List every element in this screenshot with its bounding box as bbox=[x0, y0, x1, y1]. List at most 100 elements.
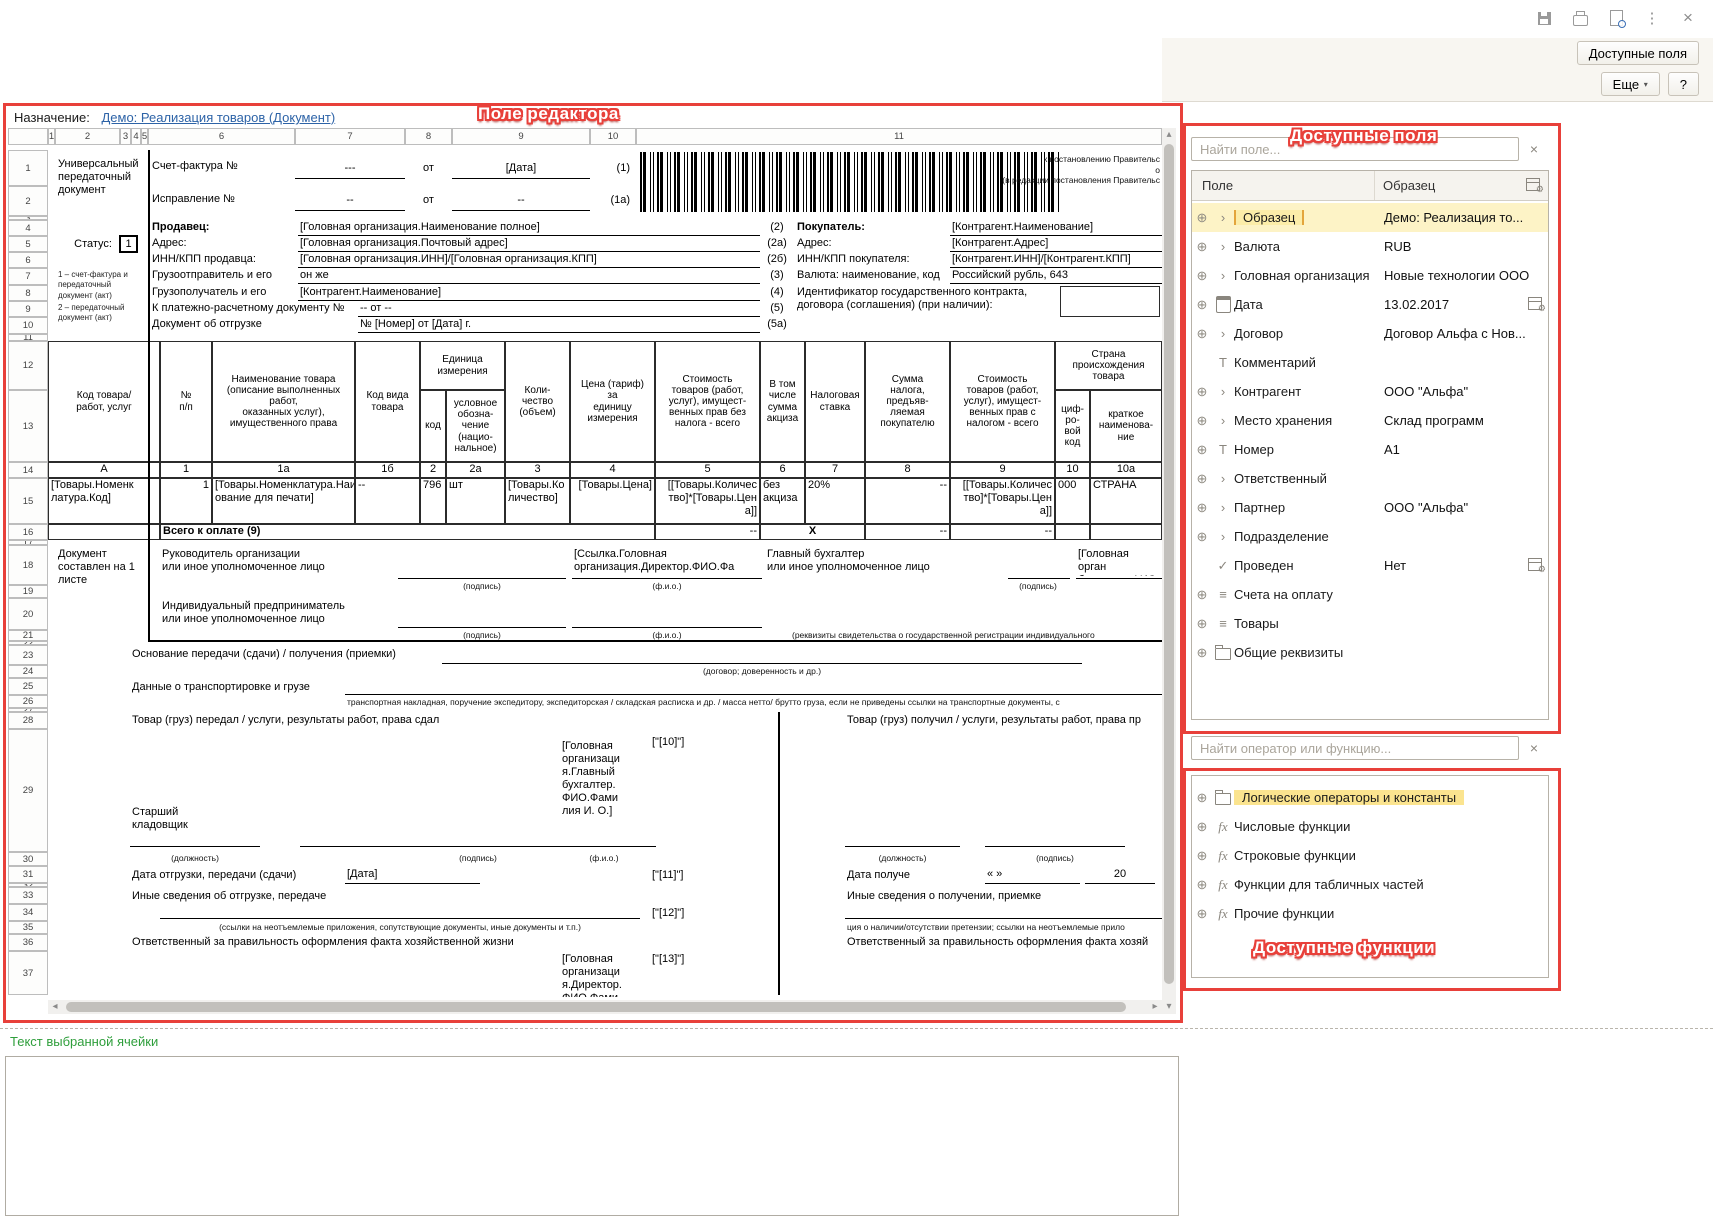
sheet-cell[interactable]: (5а) bbox=[762, 318, 792, 333]
column-header[interactable]: 2 bbox=[55, 128, 120, 145]
vscroll-thumb[interactable] bbox=[1164, 144, 1174, 984]
expand-plus-icon[interactable]: ⊕ bbox=[1192, 819, 1212, 835]
sheet-cell[interactable]: Товар (груз) получил / услуги, результат… bbox=[845, 714, 1162, 729]
row-header[interactable]: 19 bbox=[8, 585, 48, 598]
sheet-cell[interactable]: Документ об отгрузке bbox=[150, 318, 355, 333]
sheet-cell[interactable] bbox=[1055, 524, 1090, 540]
scroll-down-icon[interactable]: ▾ bbox=[1163, 1001, 1175, 1013]
sheet-cell[interactable]: Покупатель: bbox=[795, 221, 947, 236]
sheet-cell[interactable]: 1 bbox=[160, 478, 212, 524]
sheet-cell[interactable]: (договор; доверенность и др.) bbox=[442, 666, 1082, 677]
list-item[interactable]: ⊕›ОбразецДемо: Реализация то... bbox=[1192, 203, 1548, 232]
sheet-cell[interactable]: он же bbox=[298, 269, 760, 284]
row-header[interactable]: 28 bbox=[8, 712, 48, 729]
sheet-cell[interactable]: 7 bbox=[805, 462, 865, 478]
row-header[interactable]: 16 bbox=[8, 524, 48, 540]
hscroll-thumb[interactable] bbox=[66, 1002, 1126, 1012]
clear-search-icon[interactable]: × bbox=[1526, 740, 1542, 756]
list-item[interactable]: ⊕fxЧисловые функции bbox=[1192, 812, 1548, 841]
sheet-cell[interactable]: Страна происхождения товара bbox=[1055, 341, 1162, 390]
expand-plus-icon[interactable]: ⊕ bbox=[1192, 326, 1212, 342]
row-header[interactable]: 33 bbox=[8, 887, 48, 904]
sheet-cell[interactable]: 2 – передаточный документ (акт) bbox=[56, 303, 146, 329]
sheet-cell[interactable]: [Контрагент.Наименование] bbox=[298, 286, 760, 301]
sheet-cell[interactable]: ["[10]"] bbox=[650, 736, 710, 751]
sheet-cell[interactable]: [Товары.Ко личество] bbox=[505, 478, 570, 524]
row-header[interactable]: 35 bbox=[8, 921, 48, 934]
sheet-cell[interactable]: Стоимость товаров (работ, услуг), имущес… bbox=[655, 341, 760, 462]
sheet-cell[interactable]: (5) bbox=[762, 302, 792, 317]
row-header[interactable]: 14 bbox=[8, 462, 48, 478]
expand-plus-icon[interactable]: ⊕ bbox=[1192, 906, 1212, 922]
column-header[interactable]: 8 bbox=[405, 128, 452, 145]
sheet-cell[interactable]: 1б bbox=[355, 462, 420, 478]
expand-plus-icon[interactable]: ⊕ bbox=[1192, 442, 1212, 458]
sheet-cell[interactable]: А bbox=[48, 462, 160, 478]
sheet-cell[interactable]: Ответственный за правильность оформления… bbox=[130, 936, 650, 951]
sheet-cell[interactable]: 20% bbox=[805, 478, 865, 524]
sheet-cell[interactable]: ИНН/КПП продавца: bbox=[150, 253, 294, 268]
column-header[interactable]: 5 bbox=[141, 128, 148, 145]
row-header[interactable]: 15 bbox=[8, 478, 48, 524]
scroll-right-icon[interactable]: ▸ bbox=[1149, 1001, 1161, 1013]
list-item[interactable]: ⊕fxПрочие функции bbox=[1192, 899, 1548, 928]
sheet-cell[interactable]: (должность) bbox=[130, 853, 260, 864]
sheet-cell[interactable]: 3 bbox=[505, 462, 570, 478]
sheet-cell[interactable]: Статус: bbox=[72, 238, 114, 252]
sheet-cell[interactable]: Основание передачи (сдачи) / получения (… bbox=[130, 648, 442, 663]
sheet-cell[interactable]: (2а) bbox=[762, 237, 792, 252]
row-header[interactable]: 36 bbox=[8, 934, 48, 951]
list-item[interactable]: ⊕›Подразделение bbox=[1192, 522, 1548, 551]
sheet-cell[interactable]: К платежно-расчетному документу № bbox=[150, 302, 355, 317]
row-header[interactable]: 34 bbox=[8, 904, 48, 921]
vertical-scrollbar[interactable]: ▴ ▾ bbox=[1162, 128, 1176, 1014]
sheet-cell[interactable]: Счет-фактура № bbox=[150, 160, 290, 176]
column-header[interactable]: 4 bbox=[131, 128, 141, 145]
row-header[interactable]: 12 bbox=[8, 341, 48, 390]
sheet-cell[interactable]: Адрес: bbox=[795, 237, 947, 252]
sheet-cell[interactable]: [[Товары.Количес тво]*[Товары.Цен а]] bbox=[655, 478, 760, 524]
sheet-cell[interactable]: [Товары.Номенклатура.Наимен ование для п… bbox=[212, 478, 355, 524]
row-header[interactable]: 23 bbox=[8, 645, 48, 665]
expand-plus-icon[interactable]: ⊕ bbox=[1192, 471, 1212, 487]
sheet-cell[interactable]: -- от -- bbox=[358, 302, 760, 317]
list-item[interactable]: TКомментарий bbox=[1192, 348, 1548, 377]
choose-from-list-icon[interactable] bbox=[1528, 558, 1542, 574]
sheet-cell[interactable]: Сумма налога, предъяв- ляемая покупателю bbox=[865, 341, 950, 462]
help-button[interactable]: ? bbox=[1668, 72, 1699, 96]
sheet-cell[interactable]: Старший кладовщик bbox=[130, 806, 230, 846]
sheet-cell[interactable]: -- bbox=[295, 194, 405, 211]
expand-plus-icon[interactable]: ⊕ bbox=[1192, 413, 1212, 429]
expand-plus-icon[interactable]: ⊕ bbox=[1192, 297, 1212, 313]
sheet-cell[interactable]: Код товара/ работ, услуг bbox=[48, 341, 160, 462]
row-header[interactable]: 21 bbox=[8, 630, 48, 641]
sheet-cell[interactable]: (ф.и.о.) bbox=[560, 853, 648, 864]
row-header[interactable]: 26 bbox=[8, 695, 48, 708]
row-header[interactable]: 25 bbox=[8, 678, 48, 695]
sheet-cell[interactable]: СТРАНА bbox=[1090, 478, 1162, 524]
row-header[interactable]: 9 bbox=[8, 301, 48, 317]
list-item[interactable]: ⊕Общие реквизиты bbox=[1192, 638, 1548, 667]
sheet-cell[interactable]: Грузополучатель и его адрес: bbox=[150, 286, 298, 301]
row-header[interactable]: 20 bbox=[8, 598, 48, 630]
list-item[interactable]: ⊕Дата13.02.2017 bbox=[1192, 290, 1548, 319]
sheet-cell[interactable]: 1 – счет-фактура и передаточный документ… bbox=[56, 270, 146, 306]
sheet-cell[interactable]: 1 bbox=[160, 462, 212, 478]
sheet-cell[interactable]: Исправление № bbox=[150, 193, 290, 209]
sheet-cell[interactable]: Наименование товара (описание выполненны… bbox=[212, 341, 355, 462]
list-item[interactable]: ⊕›Головная организацияНовые технологии О… bbox=[1192, 261, 1548, 290]
expand-plus-icon[interactable]: ⊕ bbox=[1192, 790, 1212, 806]
sheet-cell[interactable]: Стоимость товаров (работ, услуг), имущес… bbox=[950, 341, 1055, 462]
sheet-cell[interactable]: 8 bbox=[865, 462, 950, 478]
close-button[interactable]: × bbox=[1677, 8, 1699, 28]
sheet-cell[interactable]: [Товары.Номенк латура.Код] bbox=[48, 478, 160, 524]
sheet-cell[interactable]: 10а bbox=[1090, 462, 1162, 478]
sheet-cell[interactable]: Российский рубль, 643 bbox=[950, 269, 1162, 284]
sheet-cell[interactable]: Коли- чество (объем) bbox=[505, 341, 570, 462]
row-header[interactable]: 6 bbox=[8, 252, 48, 268]
row-header[interactable]: 13 bbox=[8, 390, 48, 462]
sheet-cell[interactable]: Иные сведения об отгрузке, передаче bbox=[130, 890, 420, 905]
sheet-cell[interactable]: -- bbox=[865, 478, 950, 524]
expand-plus-icon[interactable]: ⊕ bbox=[1192, 384, 1212, 400]
sheet-cell[interactable]: [Дата] bbox=[345, 868, 480, 884]
